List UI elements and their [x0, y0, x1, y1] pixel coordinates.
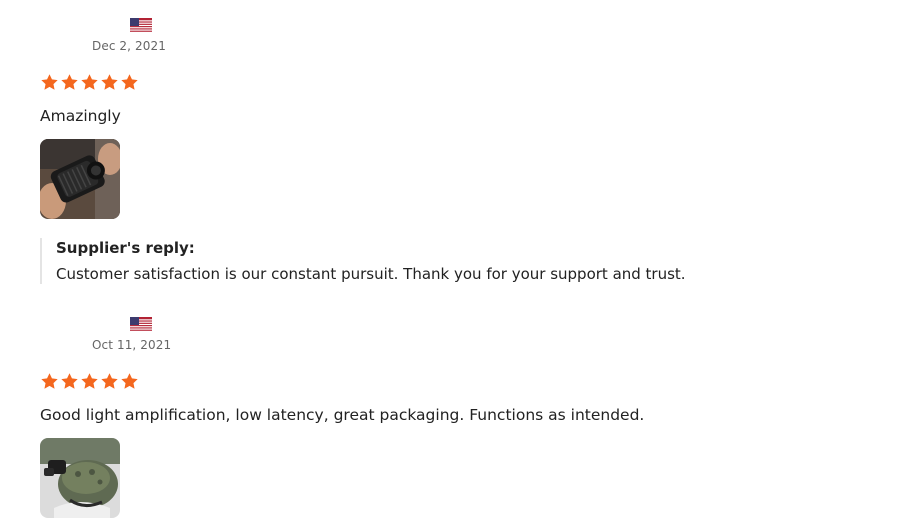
star-icon: [41, 74, 58, 90]
star-icon: [61, 373, 78, 389]
review-text: Good light amplification, low latency, g…: [40, 406, 645, 424]
star-icon: [81, 373, 98, 389]
star-icon: [101, 74, 118, 90]
review-photo-night-vision[interactable]: [40, 139, 120, 219]
star-icon: [121, 373, 138, 389]
star-rating: [40, 372, 900, 392]
reply-text: Customer satisfaction is our constant pu…: [56, 265, 686, 283]
review-item: Dec 2, 2021 Amazingly Supplier's reply: …: [40, 16, 900, 284]
star-icon: [41, 373, 58, 389]
star-icon: [101, 373, 118, 389]
star-icon: [61, 74, 78, 90]
reply-title: Supplier's reply:: [56, 239, 195, 257]
supplier-reply: Supplier's reply: Customer satisfaction …: [40, 238, 900, 284]
us-flag-icon: [130, 18, 152, 33]
review-meta: Oct 11, 2021: [40, 315, 900, 355]
review-date: Dec 2, 2021: [92, 39, 166, 53]
review-photo-helmet[interactable]: [40, 438, 120, 518]
star-icon: [81, 74, 98, 90]
review-text: Amazingly: [40, 107, 121, 125]
star-icon: [121, 74, 138, 90]
review-date: Oct 11, 2021: [92, 338, 172, 352]
us-flag-icon: [130, 317, 152, 332]
review-item: Oct 11, 2021 Good light amplification, l…: [40, 315, 900, 518]
star-rating: [40, 73, 900, 93]
review-meta: Dec 2, 2021: [40, 16, 900, 56]
